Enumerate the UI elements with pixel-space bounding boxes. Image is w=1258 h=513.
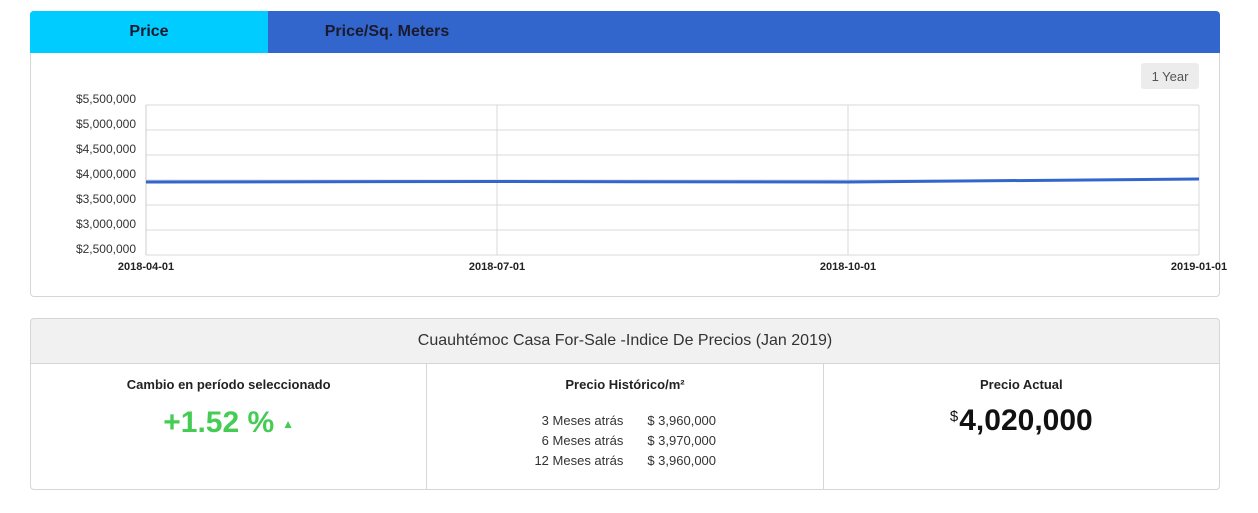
currency-symbol: $: [949, 408, 959, 425]
change-percent: +1.52 %: [163, 406, 275, 439]
x-tick-label: 2018-10-01: [820, 261, 876, 273]
y-tick-label: $2,500,000: [76, 242, 136, 256]
current-column: Precio Actual $4,020,000: [824, 364, 1219, 489]
y-tick-label: $4,500,000: [76, 142, 136, 156]
historic-row: 12 Meses atrás $ 3,960,000: [427, 450, 822, 470]
current-price-value: 4,020,000: [959, 404, 1093, 437]
x-tick-label: 2019-01-01: [1171, 261, 1227, 273]
historic-row: 6 Meses atrás $ 3,970,000: [427, 430, 822, 450]
y-tick-label: $5,000,000: [76, 117, 136, 131]
historic-label: 6 Meses atrás: [541, 432, 624, 448]
stats-panel: Cambio en período seleccionado +1.52 % ▲ …: [30, 363, 1220, 490]
change-value: +1.52 % ▲: [31, 406, 426, 440]
up-arrow-icon: ▲: [282, 417, 295, 432]
current-title: Precio Actual: [980, 377, 1063, 392]
x-tick-label: 2018-04-01: [118, 261, 174, 273]
y-tick-label: $3,500,000: [76, 192, 136, 206]
range-1-year-button[interactable]: 1 Year: [1141, 63, 1199, 89]
x-tick-label: 2018-07-01: [469, 261, 525, 273]
historic-value: $ 3,970,000: [647, 432, 717, 448]
y-tick-label: $3,000,000: [76, 217, 136, 231]
historic-label: 12 Meses atrás: [534, 452, 624, 468]
price-series-line: [145, 177, 1200, 184]
y-tick-label: $5,500,000: [76, 92, 136, 106]
historic-column: Precio Histórico/m² 3 Meses atrás $ 3,96…: [427, 364, 824, 489]
change-title: Cambio en período seleccionado: [126, 377, 331, 392]
price-line-chart: $2,500,000 $3,000,000 $3,500,000 $4,000,000…: [76, 92, 1227, 273]
stats-header: Cuauhtémoc Casa For-Sale -Indice De Prec…: [30, 318, 1220, 364]
change-column: Cambio en período seleccionado +1.52 % ▲: [31, 364, 428, 489]
historic-value: $ 3,960,000: [647, 412, 717, 428]
historic-label: 3 Meses atrás: [541, 412, 624, 428]
current-price: $4,020,000: [824, 404, 1219, 438]
historic-value: $ 3,960,000: [647, 452, 717, 468]
historic-table: 3 Meses atrás $ 3,960,000 6 Meses atrás …: [427, 410, 822, 470]
y-tick-label: $4,000,000: [76, 167, 136, 181]
historic-row: 3 Meses atrás $ 3,960,000: [427, 410, 822, 430]
historic-title: Precio Histórico/m²: [565, 377, 685, 392]
